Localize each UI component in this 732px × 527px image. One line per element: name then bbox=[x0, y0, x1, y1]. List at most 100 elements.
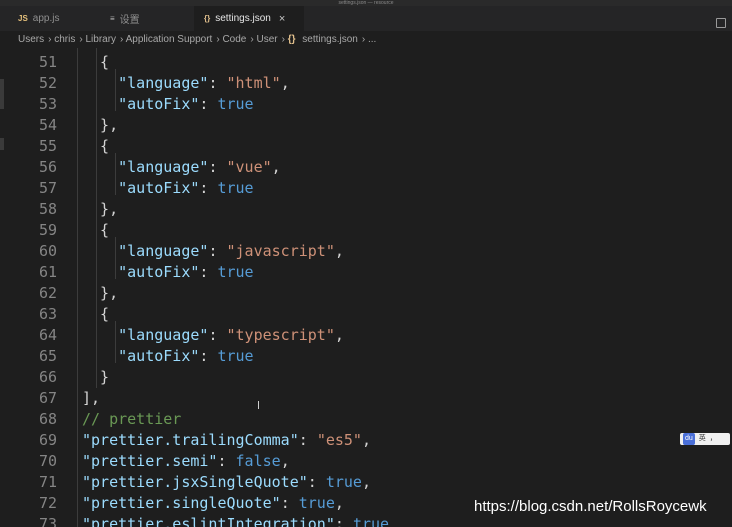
code-token: true bbox=[298, 494, 335, 512]
line-number: 70 bbox=[38, 452, 57, 470]
code-token: : bbox=[217, 452, 236, 470]
code-token: , bbox=[334, 242, 344, 260]
code-line[interactable]: 57 "autoFix": true bbox=[0, 178, 732, 199]
code-line[interactable]: 68 // prettier bbox=[0, 409, 732, 430]
code-line[interactable]: 58 }, bbox=[0, 199, 732, 220]
tab-settings-json[interactable]: {} settings.json × bbox=[194, 6, 304, 31]
code-text: { bbox=[82, 52, 109, 73]
code-line[interactable]: 55 { bbox=[0, 136, 732, 157]
line-number: 59 bbox=[38, 221, 57, 239]
tab-bar: JS app.js ≡ 设置 {} settings.json × bbox=[0, 6, 732, 31]
code-text: "autoFix": true bbox=[82, 94, 254, 115]
line-number: 71 bbox=[38, 473, 57, 491]
breadcrumb-item[interactable]: Library bbox=[85, 34, 116, 45]
breadcrumb-item[interactable]: Code bbox=[222, 34, 246, 45]
code-token: }, bbox=[82, 284, 119, 302]
json-file-icon: {} bbox=[287, 34, 296, 45]
json-file-icon: {} bbox=[204, 14, 211, 23]
code-token: true bbox=[325, 473, 362, 491]
code-line[interactable]: 69 "prettier.trailingComma": "es5", bbox=[0, 430, 732, 451]
code-token: "prettier.singleQuote" bbox=[82, 494, 281, 512]
code-token: "autoFix" bbox=[82, 179, 200, 197]
line-number: 57 bbox=[38, 179, 57, 197]
code-line[interactable]: 67], bbox=[0, 388, 732, 409]
code-line[interactable]: 56 "language": "vue", bbox=[0, 157, 732, 178]
code-line[interactable]: 62 }, bbox=[0, 283, 732, 304]
split-editor-icon[interactable] bbox=[716, 18, 726, 28]
code-token: "typescript" bbox=[226, 326, 335, 344]
code-line[interactable]: 66 } bbox=[0, 367, 732, 388]
code-token: "prettier.semi" bbox=[82, 452, 218, 470]
code-token: , bbox=[271, 158, 281, 176]
code-line[interactable]: 52 "language": "html", bbox=[0, 73, 732, 94]
breadcrumb-item[interactable]: Users bbox=[18, 34, 44, 45]
code-token: true bbox=[352, 515, 390, 527]
input-method-indicator[interactable]: du 英 ， bbox=[680, 433, 730, 445]
line-number: 65 bbox=[38, 347, 57, 365]
breadcrumb-item[interactable]: chris bbox=[54, 34, 75, 45]
code-line[interactable]: 64 "language": "typescript", bbox=[0, 325, 732, 346]
line-number: 52 bbox=[38, 74, 57, 92]
tab-label: app.js bbox=[32, 13, 60, 24]
code-token: : bbox=[334, 515, 353, 527]
code-line[interactable]: 60 "language": "javascript", bbox=[0, 241, 732, 262]
code-line[interactable]: 59 { bbox=[0, 220, 732, 241]
line-number: 60 bbox=[38, 242, 57, 260]
code-token: "language" bbox=[82, 242, 209, 260]
code-line[interactable]: 61 "autoFix": true bbox=[0, 262, 732, 283]
code-text: "autoFix": true bbox=[82, 346, 254, 367]
line-number: 66 bbox=[38, 368, 57, 386]
code-line[interactable]: 54 }, bbox=[0, 115, 732, 136]
line-number: 73 bbox=[38, 515, 57, 527]
code-text: }, bbox=[82, 199, 118, 220]
text-cursor bbox=[258, 401, 259, 409]
breadcrumb-item[interactable]: User bbox=[256, 34, 277, 45]
code-line[interactable]: 70 "prettier.semi": false, bbox=[0, 451, 732, 472]
line-number: 61 bbox=[38, 263, 57, 281]
code-line[interactable]: 53 "autoFix": true bbox=[0, 94, 732, 115]
code-token: : bbox=[199, 95, 218, 113]
code-text: "prettier.trailingComma": "es5", bbox=[82, 430, 371, 451]
code-line[interactable]: 65 "autoFix": true bbox=[0, 346, 732, 367]
code-token: "javascript" bbox=[226, 242, 335, 260]
line-number: 69 bbox=[38, 431, 57, 449]
code-token: } bbox=[82, 368, 110, 386]
code-text: "language": "typescript", bbox=[82, 325, 344, 346]
ime-language: 英 bbox=[698, 435, 706, 442]
breadcrumb-item[interactable]: ... bbox=[368, 34, 376, 45]
code-line[interactable]: 51 { bbox=[0, 52, 732, 73]
code-text: // prettier bbox=[82, 409, 181, 430]
code-token: , bbox=[361, 431, 371, 449]
code-token: "prettier.eslintIntegration" bbox=[82, 515, 335, 527]
code-text: } bbox=[82, 367, 109, 388]
tab-settings-ui[interactable]: ≡ 设置 bbox=[100, 6, 192, 31]
code-token: "es5" bbox=[316, 431, 362, 449]
code-token: : bbox=[208, 74, 227, 92]
code-editor[interactable]: 51 {52 "language": "html", 53 "autoFix": … bbox=[0, 48, 732, 527]
breadcrumb: Users › chris › Library › Application Suppo… bbox=[0, 31, 732, 48]
line-number: 56 bbox=[38, 158, 57, 176]
line-number: 51 bbox=[38, 53, 57, 71]
js-file-icon: JS bbox=[18, 14, 28, 23]
code-token: : bbox=[199, 179, 218, 197]
code-line[interactable]: 63 { bbox=[0, 304, 732, 325]
code-text: "language": "javascript", bbox=[82, 241, 344, 262]
close-icon[interactable]: × bbox=[279, 13, 285, 25]
code-token: true bbox=[217, 263, 254, 281]
code-line[interactable]: 71 "prettier.jsxSingleQuote": true, bbox=[0, 472, 732, 493]
code-text: "autoFix": true bbox=[82, 262, 254, 283]
code-line[interactable]: 73 "prettier.eslintIntegration": true bbox=[0, 514, 732, 527]
code-token: true bbox=[217, 95, 254, 113]
breadcrumb-item[interactable]: Application Support bbox=[126, 34, 213, 45]
code-text: { bbox=[82, 136, 109, 157]
code-token: "prettier.jsxSingleQuote" bbox=[82, 473, 308, 491]
code-token: "autoFix" bbox=[82, 95, 200, 113]
code-token: , bbox=[280, 452, 290, 470]
breadcrumb-item[interactable]: settings.json bbox=[302, 34, 358, 45]
tab-app-js[interactable]: JS app.js bbox=[8, 6, 98, 31]
code-token: ], bbox=[82, 389, 101, 407]
line-number: 68 bbox=[38, 410, 57, 428]
code-token: true bbox=[217, 347, 254, 365]
code-token: , bbox=[334, 326, 344, 344]
code-token: "language" bbox=[82, 74, 209, 92]
